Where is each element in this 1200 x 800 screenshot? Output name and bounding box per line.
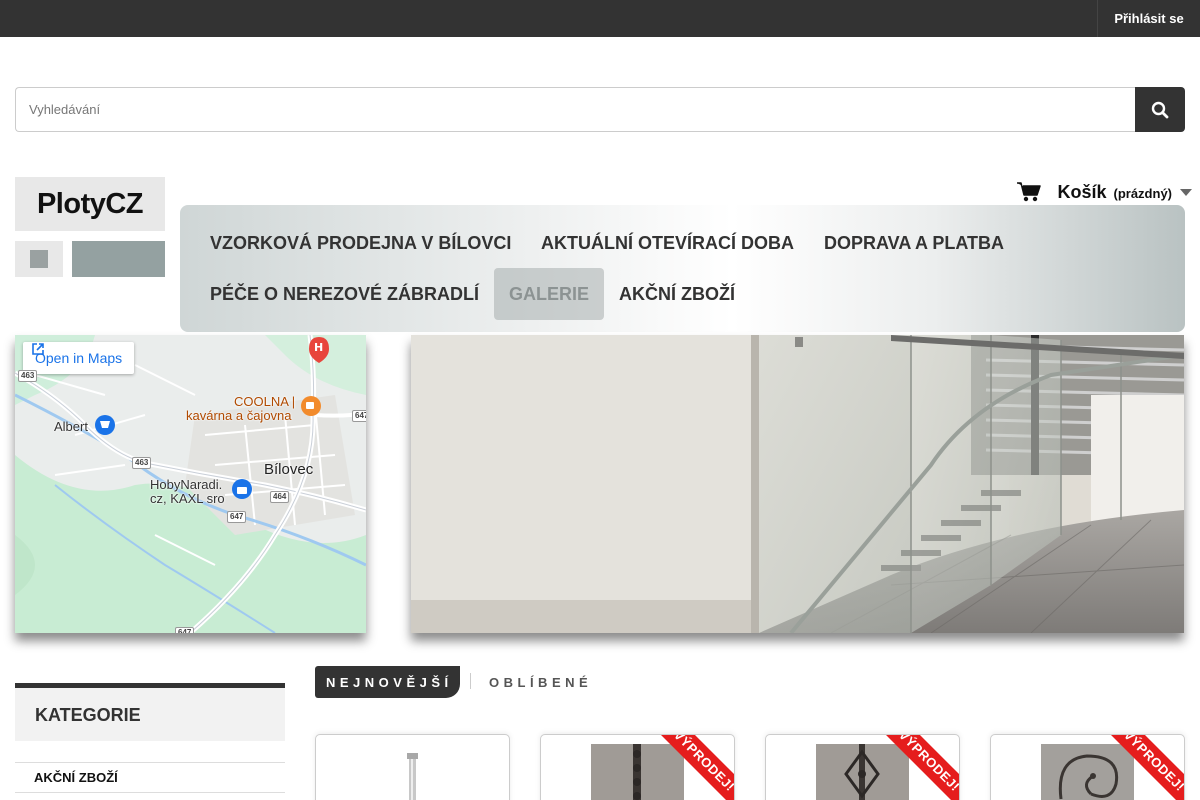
- nav-item-gallery[interactable]: GALERIE: [494, 268, 604, 320]
- product-image: [591, 744, 684, 800]
- logo-text: PlotyCZ: [15, 177, 165, 231]
- nav-item-railing-care[interactable]: PÉČE O NEREZOVÉ ZÁBRADLÍ: [195, 268, 494, 320]
- search-input[interactable]: [15, 87, 1135, 132]
- caret-down-icon: [1180, 189, 1192, 196]
- glass-railing-photo: [411, 335, 1184, 633]
- top-bar: Přihlásit se: [0, 0, 1200, 37]
- road-shield: 647: [227, 511, 247, 523]
- product-card[interactable]: VÝPRODEJ!: [765, 734, 960, 800]
- logo-square: [15, 241, 63, 277]
- map-embed[interactable]: H Open in Maps Albert COOLNA | kavárna a…: [15, 335, 366, 633]
- nav-item-showroom[interactable]: VZORKOVÁ PRODEJNA V BÍLOVCI: [195, 217, 526, 269]
- login-link[interactable]: Přihlásit se: [1097, 0, 1200, 37]
- map-label-coolna-sub: kavárna a čajovna: [186, 408, 292, 423]
- map-label-coolna: COOLNA |: [234, 394, 296, 409]
- nav-item-sale[interactable]: AKČNÍ ZBOŽÍ: [604, 268, 750, 320]
- search-icon: [1151, 101, 1169, 118]
- tab-newest[interactable]: NEJNOVĚJŠÍ: [315, 666, 460, 698]
- product-card[interactable]: VÝPRODEJ!: [990, 734, 1185, 800]
- search-bar: [15, 87, 1185, 132]
- road-shield: 647: [352, 410, 366, 422]
- cart-state: (prázdný): [1113, 186, 1173, 201]
- nav-item-opening-hours[interactable]: AKTUÁLNÍ OTEVÍRACÍ DOBA: [526, 217, 809, 269]
- main-navigation: VZORKOVÁ PRODEJNA V BÍLOVCI AKTUÁLNÍ OTE…: [180, 205, 1185, 332]
- cart-label: Košík: [1057, 181, 1107, 202]
- search-button[interactable]: [1135, 87, 1185, 132]
- external-link-icon: [32, 343, 44, 355]
- open-in-maps-label: Open in Maps: [35, 350, 123, 366]
- site-logo[interactable]: PlotyCZ: [15, 177, 165, 277]
- logo-bar: [72, 241, 165, 277]
- cart-icon: [1017, 182, 1042, 202]
- nav-item-shipping-payment[interactable]: DOPRAVA A PLATBA: [809, 217, 1019, 269]
- product-image: [816, 744, 909, 800]
- open-in-maps-button[interactable]: Open in Maps: [23, 342, 135, 374]
- product-image: [1041, 744, 1134, 800]
- gallery-photo[interactable]: [411, 335, 1184, 633]
- product-card[interactable]: VÝPRODEJ!: [540, 734, 735, 800]
- svg-text:H: H: [314, 341, 323, 354]
- cart-button[interactable]: Košík (prázdný): [1017, 178, 1192, 206]
- road-shield: 647: [175, 627, 195, 633]
- category-item-sale[interactable]: AKČNÍ ZBOŽÍ: [15, 762, 285, 793]
- product-card[interactable]: [315, 734, 510, 800]
- map-label-hobynaradi-sub: cz, KAXL sro: [150, 491, 225, 506]
- map-label-hobynaradi: HobyNaradi.: [150, 477, 223, 492]
- tab-popular[interactable]: OBLÍBENÉ: [489, 666, 592, 698]
- road-shield: 463: [132, 457, 152, 469]
- road-shield: 463: [18, 370, 38, 382]
- product-image: [407, 753, 418, 800]
- map-label-town: Bílovec: [264, 461, 314, 478]
- categories-header: KATEGORIE: [15, 683, 285, 741]
- map-label-albert: Albert: [54, 419, 88, 434]
- categories-title: KATEGORIE: [35, 705, 141, 725]
- road-shield: 464: [270, 491, 290, 503]
- tab-divider: [470, 673, 471, 689]
